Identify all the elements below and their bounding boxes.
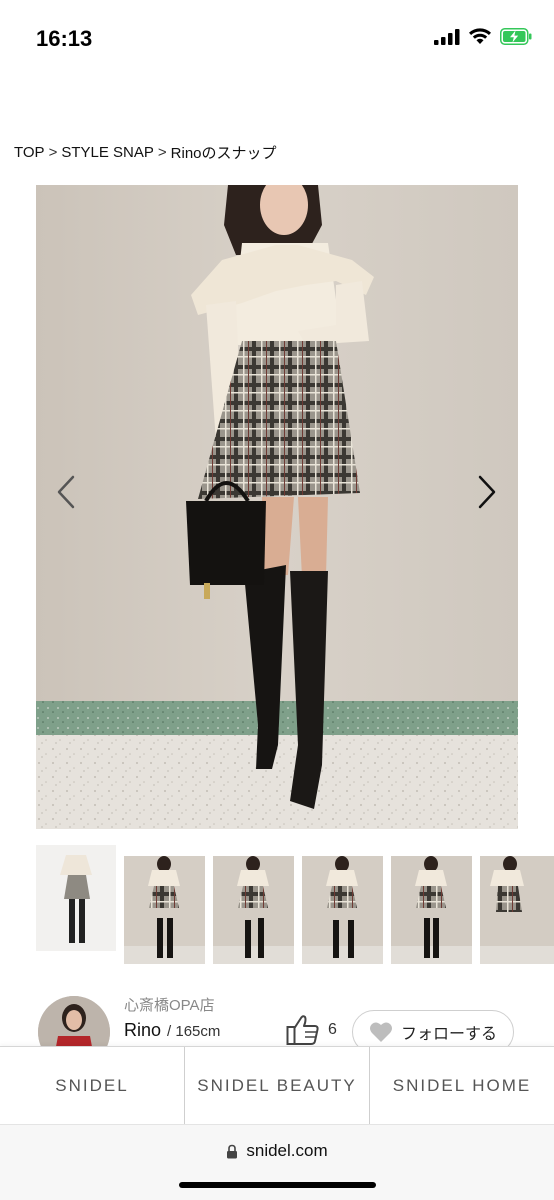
staff-name-row: Rino / 165cm (124, 1020, 220, 1041)
thumbnail-strip (36, 845, 554, 965)
brand-tab-snidel[interactable]: SNIDEL (0, 1047, 185, 1125)
wifi-icon (469, 28, 491, 44)
follow-label: フォローする (400, 1026, 497, 1043)
status-bar: 16:13 (0, 0, 554, 80)
thumbnail-item[interactable] (302, 856, 383, 964)
chevron-left-icon (57, 475, 75, 509)
url-field[interactable]: snidel.com (0, 1141, 554, 1161)
staff-name[interactable]: Rino (124, 1020, 161, 1041)
like-count: 6 (328, 1021, 337, 1038)
breadcrumb-top-link[interactable]: TOP (14, 144, 45, 161)
page: 16:13 TOP > STYLE SNAP > Rinoのスナップ 心斎橋OP… (0, 0, 554, 1200)
status-icons (434, 28, 532, 45)
like-button[interactable]: 6 (286, 1014, 337, 1046)
brand-tab-snidel-beauty[interactable]: SNIDEL BEAUTY (185, 1047, 370, 1125)
home-indicator[interactable] (179, 1182, 376, 1188)
signal-icon (434, 28, 460, 45)
thumbnail-item[interactable] (391, 856, 472, 964)
brand-nav-bar: SNIDEL SNIDEL BEAUTY SNIDEL HOME (0, 1046, 554, 1125)
thumbnail-item[interactable] (480, 856, 554, 964)
staff-height: / 165cm (167, 1023, 221, 1040)
heart-icon (369, 1022, 392, 1042)
thumbnail-item[interactable] (124, 856, 205, 964)
lock-icon (227, 1144, 238, 1158)
battery-charging-icon (500, 28, 532, 45)
gallery-prev-button[interactable] (46, 470, 86, 514)
gallery-next-button[interactable] (467, 470, 507, 514)
status-time: 16:13 (36, 26, 93, 51)
thumbnail-item[interactable] (213, 856, 294, 964)
chevron-right-icon (478, 475, 496, 509)
breadcrumb-separator: > (157, 144, 167, 161)
shop-name: 心斎橋OPA店 (124, 997, 215, 1014)
staff-info: 心斎橋OPA店 Rino / 165cm 6 フォローする (0, 990, 554, 1068)
main-snap-photo[interactable] (36, 185, 518, 829)
breadcrumb-style-snap-link[interactable]: STYLE SNAP (61, 144, 154, 161)
breadcrumb: TOP > STYLE SNAP > Rinoのスナップ (14, 142, 277, 163)
breadcrumb-separator: > (48, 144, 58, 161)
browser-url-bar: snidel.com (0, 1124, 554, 1200)
url-text: snidel.com (246, 1141, 328, 1160)
brand-tab-snidel-home[interactable]: SNIDEL HOME (370, 1047, 554, 1125)
thumbnail-item[interactable] (36, 845, 116, 951)
thumbs-up-icon (286, 1015, 319, 1045)
breadcrumb-current: Rinoのスナップ (170, 145, 277, 162)
